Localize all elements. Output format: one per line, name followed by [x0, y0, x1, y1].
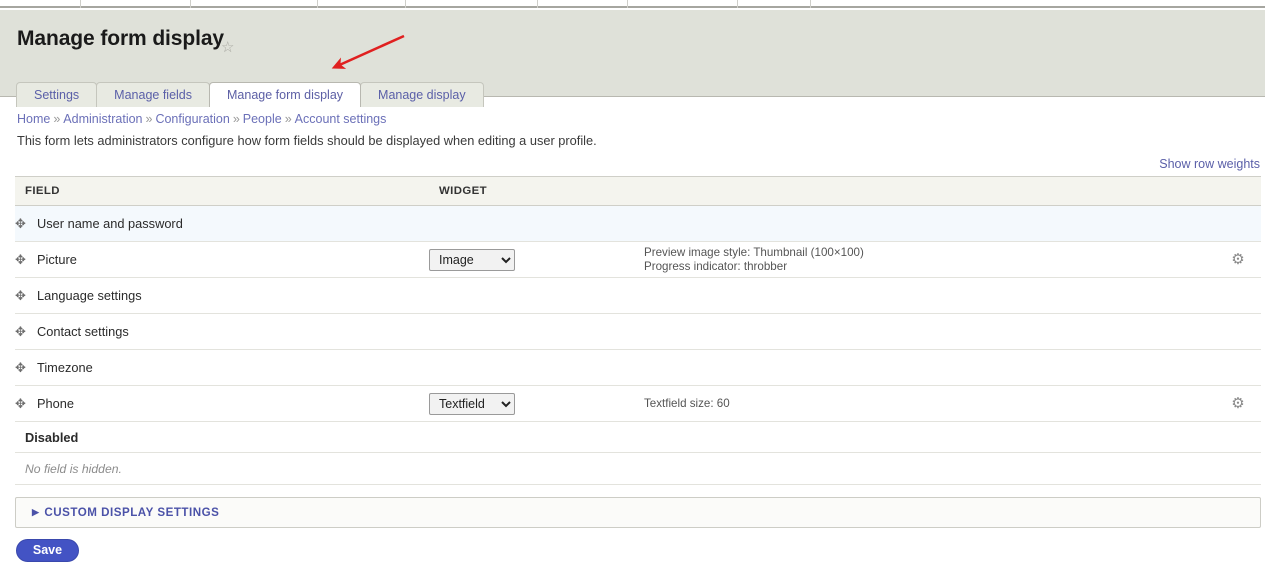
toolbar-divider-1 — [190, 0, 191, 8]
gear-icon[interactable]: ⚙ — [1230, 251, 1247, 268]
widget-cell — [429, 313, 644, 350]
operations-cell: ⚙ — [1215, 241, 1261, 278]
widget-summary-cell: Preview image style: Thumbnail (100×100)… — [644, 241, 1215, 278]
toolbar-divider-0 — [80, 0, 81, 8]
table-row[interactable]: ✥PictureImage- Hidden -Preview image sty… — [15, 241, 1261, 278]
drag-move-icon[interactable]: ✥ — [15, 252, 33, 268]
field-label: Contact settings — [37, 324, 129, 340]
breadcrumb[interactable]: Home» Administration» Configuration» People… — [17, 112, 386, 126]
intro-description: This form lets administrators configure … — [17, 133, 597, 148]
summary-line: Progress indicator: throbber — [644, 259, 788, 273]
show-row-weights-link[interactable]: Show row weights — [1159, 157, 1260, 171]
operations-cell — [1215, 349, 1261, 386]
custom-display-settings-summary[interactable]: ▶ CUSTOM DISPLAY SETTINGS — [32, 506, 219, 519]
gear-icon[interactable]: ⚙ — [1230, 395, 1247, 412]
widget-summary-cell: Textfield size: 60 — [644, 385, 1215, 422]
field-name-cell: ✥ Language settings — [15, 277, 429, 314]
primary-tabs[interactable]: Settings Manage fields Manage form display… — [16, 82, 484, 107]
operations-cell — [1215, 277, 1261, 314]
table-row[interactable]: ✥ Language settings — [15, 277, 1261, 314]
column-header-widget: WIDGET — [429, 176, 644, 206]
page-header: Manage form display ☆ Settings Manage fie… — [0, 10, 1265, 107]
toolbar-divider-3 — [405, 0, 406, 8]
field-name-cell: ✥ Phone — [15, 385, 429, 422]
save-button[interactable]: Save — [16, 539, 79, 562]
field-name-cell: ✥ User name and password — [15, 205, 429, 242]
widget-select-picture[interactable]: Image- Hidden - — [429, 248, 515, 271]
breadcrumb-separator: » — [284, 112, 292, 126]
field-label: Picture — [37, 252, 77, 268]
custom-display-settings-label: CUSTOM DISPLAY SETTINGS — [44, 506, 220, 519]
widget-summary-cell — [644, 205, 1215, 242]
field-label: Language settings — [37, 288, 142, 304]
admin-toolbar-strip[interactable] — [0, 0, 1265, 8]
breadcrumb-separator: » — [232, 112, 240, 126]
widget-summary-cell — [644, 313, 1215, 350]
widget-summary-cell — [644, 277, 1215, 314]
red-pointer-arrow — [331, 34, 405, 69]
toolbar-divider-6 — [737, 0, 738, 8]
breadcrumb-link-administration[interactable]: Administration — [63, 112, 142, 126]
breadcrumb-link-account-settings[interactable]: Account settings — [295, 112, 387, 126]
column-header-summary — [644, 176, 1215, 206]
star-outline-icon[interactable]: ☆ — [221, 40, 237, 56]
breadcrumb-link-home[interactable]: Home — [17, 112, 50, 126]
field-label: Timezone — [37, 360, 93, 376]
column-header-field: FIELD — [15, 176, 429, 206]
toolbar-divider-4 — [537, 0, 538, 8]
disabled-empty-message: No field is hidden. — [15, 452, 1261, 485]
drag-move-icon[interactable]: ✥ — [15, 324, 33, 340]
field-name-cell: ✥ Picture — [15, 241, 429, 278]
page-title: Manage form display — [17, 27, 224, 50]
summary-line: Textfield size: 60 — [644, 396, 730, 410]
operations-cell — [1215, 205, 1261, 242]
widget-cell: Textfield- Hidden - — [429, 385, 644, 422]
disclosure-triangle-right-icon: ▶ — [32, 507, 40, 517]
drag-move-icon[interactable]: ✥ — [15, 396, 33, 412]
operations-cell: ⚙ — [1215, 385, 1261, 422]
column-header-operations — [1215, 176, 1261, 206]
toolbar-divider-2 — [317, 0, 318, 8]
operations-cell — [1215, 313, 1261, 350]
disabled-region-label: Disabled — [15, 421, 1261, 453]
tab-manage-form-display[interactable]: Manage form display — [209, 82, 362, 107]
field-name-cell: ✥ Contact settings — [15, 313, 429, 350]
table-row[interactable]: ✥ Timezone — [15, 349, 1261, 386]
tab-manage-display[interactable]: Manage display — [360, 82, 484, 107]
breadcrumb-separator: » — [145, 112, 153, 126]
custom-display-settings-details[interactable]: ▶ CUSTOM DISPLAY SETTINGS — [15, 497, 1261, 528]
field-display-table: FIELD WIDGET ✥ User name and password ✥ Pic… — [15, 176, 1261, 485]
toolbar-divider-7 — [810, 0, 811, 8]
widget-cell: Image- Hidden - — [429, 241, 644, 278]
summary-line: Preview image style: Thumbnail (100×100) — [644, 245, 864, 259]
table-row[interactable]: ✥ User name and password — [15, 205, 1261, 242]
table-header-row: FIELD WIDGET — [15, 176, 1261, 206]
breadcrumb-link-people[interactable]: People — [243, 112, 282, 126]
widget-cell — [429, 205, 644, 242]
disabled-empty-row: No field is hidden. — [15, 452, 1261, 485]
field-label: User name and password — [37, 216, 183, 232]
disabled-region-row: Disabled — [15, 421, 1261, 453]
breadcrumb-link-configuration[interactable]: Configuration — [155, 112, 229, 126]
tab-manage-fields[interactable]: Manage fields — [96, 82, 210, 107]
breadcrumb-separator: » — [53, 112, 61, 126]
widget-cell — [429, 349, 644, 386]
table-head: FIELD WIDGET — [15, 176, 1261, 206]
tab-settings[interactable]: Settings — [16, 82, 98, 107]
drag-move-icon[interactable]: ✥ — [15, 360, 33, 376]
field-name-cell: ✥ Timezone — [15, 349, 429, 386]
table-row[interactable]: ✥PhoneTextfield- Hidden -Textfield size:… — [15, 385, 1261, 422]
widget-cell — [429, 277, 644, 314]
table-body: ✥User name and password✥PictureImage- Hi… — [15, 205, 1261, 485]
drag-move-icon[interactable]: ✥ — [15, 216, 33, 232]
drag-move-icon[interactable]: ✥ — [15, 288, 33, 304]
table-row[interactable]: ✥ Contact settings — [15, 313, 1261, 350]
widget-select-phone[interactable]: Textfield- Hidden - — [429, 392, 515, 415]
field-label: Phone — [37, 396, 75, 412]
widget-summary-cell — [644, 349, 1215, 386]
toolbar-divider-5 — [627, 0, 628, 8]
